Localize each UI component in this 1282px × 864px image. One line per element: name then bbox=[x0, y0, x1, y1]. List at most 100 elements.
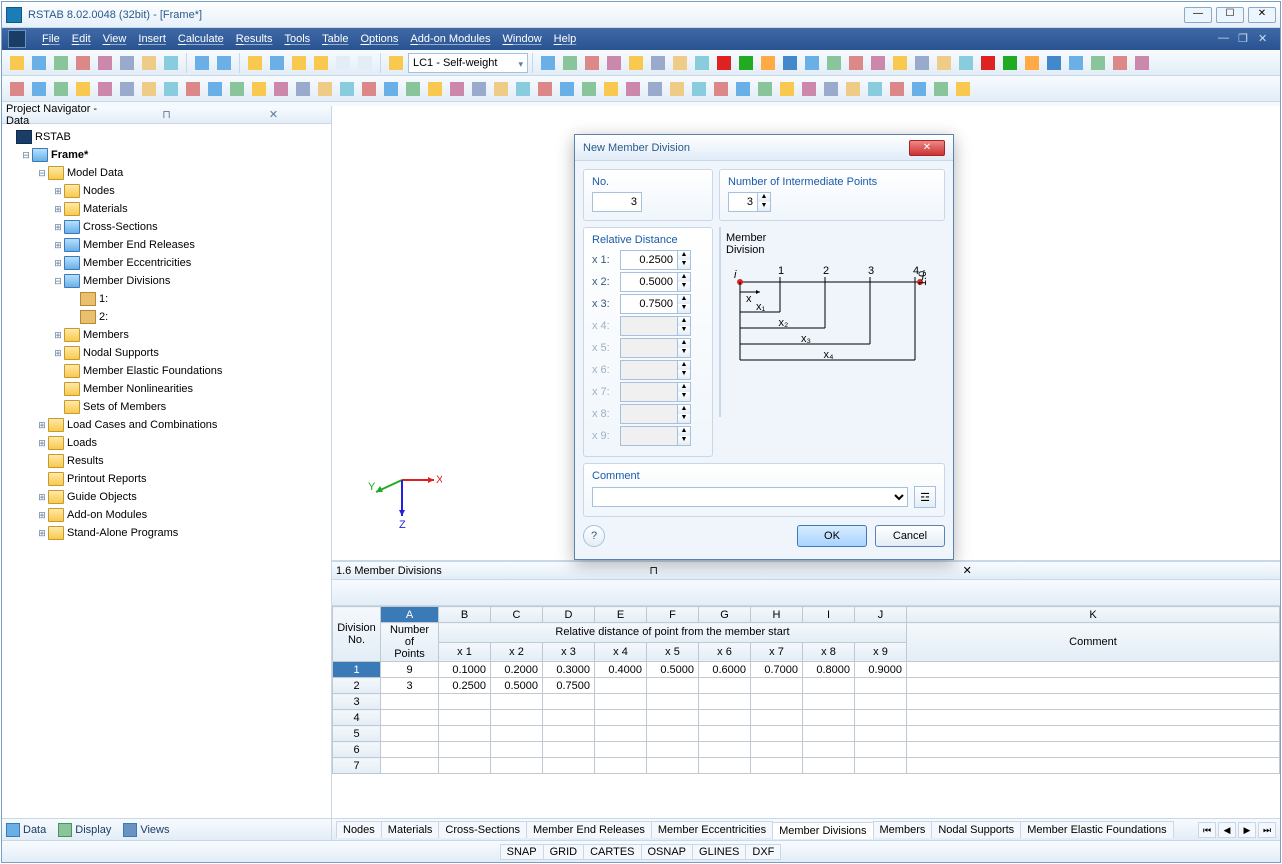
loadcase-combo[interactable]: LC1 - Self-weight bbox=[408, 53, 528, 73]
tree-item[interactable]: 2: bbox=[4, 308, 329, 326]
tree-item[interactable]: ⊞Nodal Supports bbox=[4, 344, 329, 362]
toolbar-button[interactable] bbox=[644, 78, 666, 100]
toolbar-button[interactable] bbox=[1043, 52, 1065, 74]
tree-item[interactable]: Sets of Members bbox=[4, 398, 329, 416]
toolbar-button[interactable] bbox=[534, 78, 556, 100]
toolbar-button[interactable] bbox=[842, 78, 864, 100]
toolbar-button[interactable] bbox=[50, 52, 72, 74]
toolbar-button[interactable] bbox=[310, 52, 332, 74]
tab-last-button[interactable]: ⏭ bbox=[1258, 822, 1276, 838]
toolbar-button[interactable] bbox=[160, 78, 182, 100]
maximize-button[interactable]: ☐ bbox=[1216, 7, 1244, 23]
panel-tab[interactable]: Member Elastic Foundations bbox=[1020, 821, 1173, 838]
toolbar-button[interactable] bbox=[801, 52, 823, 74]
toolbar-button[interactable] bbox=[28, 52, 50, 74]
toolbar-button[interactable] bbox=[735, 52, 757, 74]
tab-first-button[interactable]: ⏮ bbox=[1198, 822, 1216, 838]
toolbar-button[interactable] bbox=[908, 78, 930, 100]
status-toggle[interactable]: GLINES bbox=[692, 844, 746, 860]
menu-calculate[interactable]: Calculate bbox=[172, 31, 230, 47]
toolbar-button[interactable] bbox=[955, 52, 977, 74]
toolbar-button[interactable] bbox=[490, 78, 512, 100]
input-no[interactable] bbox=[592, 192, 642, 212]
panel-tab[interactable]: Nodal Supports bbox=[931, 821, 1021, 838]
input-x2[interactable]: ▲▼ bbox=[620, 272, 691, 292]
toolbar-button[interactable] bbox=[72, 78, 94, 100]
toolbar-button[interactable] bbox=[138, 78, 160, 100]
navigator-close-icon[interactable]: ✕ bbox=[220, 108, 327, 121]
tree-item[interactable]: ⊞Materials bbox=[4, 200, 329, 218]
toolbar-button[interactable] bbox=[332, 52, 354, 74]
toolbar-button[interactable] bbox=[710, 78, 732, 100]
toolbar-button[interactable] bbox=[6, 78, 28, 100]
toolbar-button[interactable] bbox=[930, 78, 952, 100]
input-intermediate-points[interactable]: ▲▼ bbox=[728, 192, 771, 212]
toolbar-button[interactable] bbox=[50, 78, 72, 100]
navigator-tab-display[interactable]: Display bbox=[58, 823, 111, 837]
status-toggle[interactable]: GRID bbox=[543, 844, 585, 860]
panel-tab[interactable]: Materials bbox=[381, 821, 440, 838]
toolbar-button[interactable] bbox=[116, 52, 138, 74]
toolbar-button[interactable] bbox=[94, 52, 116, 74]
toolbar-button[interactable] bbox=[691, 52, 713, 74]
tab-prev-button[interactable]: ◀ bbox=[1218, 822, 1236, 838]
toolbar-button[interactable] bbox=[116, 78, 138, 100]
panel-tab[interactable]: Member Divisions bbox=[772, 822, 873, 839]
toolbar-button[interactable] bbox=[886, 78, 908, 100]
tree-item[interactable]: ⊞Guide Objects bbox=[4, 488, 329, 506]
tree-item[interactable]: Results bbox=[4, 452, 329, 470]
tree-item[interactable]: ⊞Cross-Sections bbox=[4, 218, 329, 236]
tree-item[interactable]: ⊞Members bbox=[4, 326, 329, 344]
toolbar-button[interactable] bbox=[933, 52, 955, 74]
toolbar-button[interactable] bbox=[446, 78, 468, 100]
toolbar-button[interactable] bbox=[911, 52, 933, 74]
toolbar-button[interactable] bbox=[468, 78, 490, 100]
minimize-button[interactable]: — bbox=[1184, 7, 1212, 23]
toolbar-button[interactable] bbox=[647, 52, 669, 74]
tree-item[interactable]: ⊞Nodes bbox=[4, 182, 329, 200]
navigator-tab-data[interactable]: Data bbox=[6, 823, 46, 837]
menu-help[interactable]: Help bbox=[548, 31, 583, 47]
navigator-tree[interactable]: RSTAB⊟Frame*⊟Model Data⊞Nodes⊞Materials⊞… bbox=[2, 124, 331, 818]
toolbar-button[interactable] bbox=[244, 52, 266, 74]
toolbar-button[interactable] bbox=[248, 78, 270, 100]
toolbar-button[interactable] bbox=[1131, 52, 1153, 74]
comment-combo[interactable] bbox=[592, 487, 908, 507]
navigator-tab-views[interactable]: Views bbox=[123, 823, 169, 837]
dialog-close-button[interactable]: ✕ bbox=[909, 140, 945, 156]
ok-button[interactable]: OK bbox=[797, 525, 867, 547]
toolbar-button[interactable] bbox=[380, 78, 402, 100]
tree-item[interactable]: ⊟Member Divisions bbox=[4, 272, 329, 290]
toolbar-button[interactable] bbox=[213, 52, 235, 74]
panel-tab[interactable]: Member End Releases bbox=[526, 821, 652, 838]
toolbar-button[interactable] bbox=[512, 78, 534, 100]
tree-item[interactable]: 1: bbox=[4, 290, 329, 308]
comment-pick-button[interactable]: ☲ bbox=[914, 486, 936, 508]
toolbar-button[interactable] bbox=[757, 52, 779, 74]
toolbar-button[interactable] bbox=[666, 78, 688, 100]
toolbar-button[interactable] bbox=[603, 52, 625, 74]
tree-item[interactable]: Member Elastic Foundations bbox=[4, 362, 329, 380]
status-toggle[interactable]: OSNAP bbox=[641, 844, 694, 860]
toolbar-button[interactable] bbox=[160, 52, 182, 74]
toolbar-button[interactable] bbox=[823, 52, 845, 74]
toolbar-button[interactable] bbox=[732, 78, 754, 100]
toolbar-button[interactable] bbox=[845, 52, 867, 74]
toolbar-button[interactable] bbox=[266, 52, 288, 74]
toolbar-button[interactable] bbox=[537, 52, 559, 74]
cancel-button[interactable]: Cancel bbox=[875, 525, 945, 547]
menu-file[interactable]: File bbox=[36, 31, 66, 47]
input-x1[interactable]: ▲▼ bbox=[620, 250, 691, 270]
toolbar-button[interactable] bbox=[191, 52, 213, 74]
toolbar-button[interactable] bbox=[999, 52, 1021, 74]
tree-item[interactable]: ⊞Stand-Alone Programs bbox=[4, 524, 329, 542]
toolbar-button[interactable] bbox=[72, 52, 94, 74]
toolbar-button[interactable] bbox=[204, 78, 226, 100]
toolbar-button[interactable] bbox=[625, 52, 647, 74]
menu-view[interactable]: View bbox=[97, 31, 133, 47]
toolbar-button[interactable] bbox=[889, 52, 911, 74]
menu-table[interactable]: Table bbox=[316, 31, 354, 47]
panel-tab[interactable]: Nodes bbox=[336, 821, 382, 838]
toolbar-button[interactable] bbox=[776, 78, 798, 100]
help-button[interactable]: ? bbox=[583, 525, 605, 547]
